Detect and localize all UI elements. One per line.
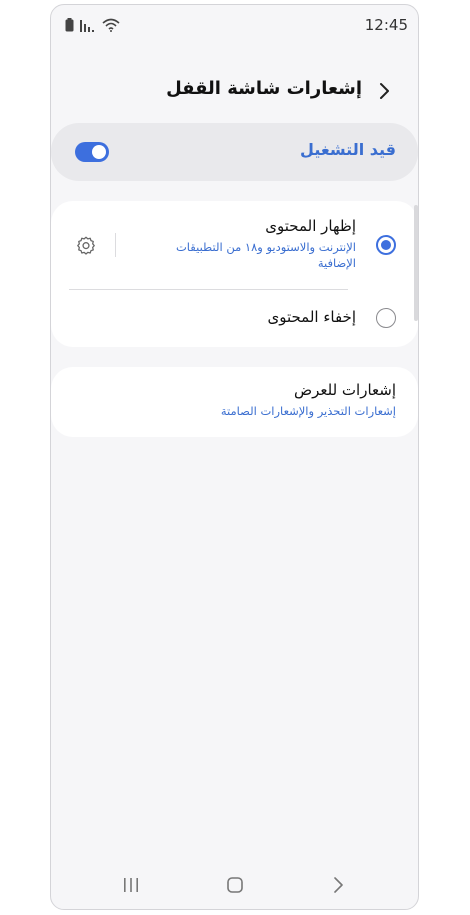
- recents-icon[interactable]: [119, 875, 143, 895]
- back-icon[interactable]: [326, 875, 350, 895]
- content-options-card: إظهار المحتوى الإنترنت والاستوديو و١٨ من…: [51, 201, 418, 347]
- status-bar: 12:45: [51, 5, 418, 47]
- radio-hide-content[interactable]: [376, 308, 396, 328]
- status-time: 12:45: [364, 16, 408, 34]
- gear-icon[interactable]: [75, 235, 97, 257]
- signal-icon: [80, 20, 94, 32]
- chevron-right-icon[interactable]: [370, 77, 398, 105]
- notifications-to-show-subtitle: إشعارات التحذير والإشعارات الصامتة: [220, 404, 396, 418]
- option-show-content-title: إظهار المحتوى: [265, 217, 356, 235]
- scrollbar[interactable]: [414, 205, 418, 321]
- option-hide-content-title: إخفاء المحتوى: [267, 308, 356, 326]
- option-show-content[interactable]: إظهار المحتوى الإنترنت والاستوديو و١٨ من…: [51, 201, 418, 289]
- wifi-icon: [102, 18, 120, 32]
- toggle-knob: [92, 145, 106, 159]
- notifications-to-show-card[interactable]: إشعارات للعرض إشعارات التحذير والإشعارات…: [51, 367, 418, 437]
- master-toggle[interactable]: [75, 142, 109, 162]
- navigation-bar: [51, 861, 418, 909]
- option-hide-content[interactable]: إخفاء المحتوى: [51, 290, 418, 347]
- radio-show-content[interactable]: [376, 235, 396, 255]
- battery-icon: [65, 18, 74, 32]
- header: إشعارات شاشة القفل: [51, 69, 418, 113]
- status-icons: [65, 18, 120, 32]
- master-switch-row[interactable]: قيد التشغيل: [51, 123, 418, 181]
- phone-screen: 12:45 إشعارات شاشة القفل قيد التشغيل إظه…: [50, 4, 419, 910]
- home-icon[interactable]: [223, 875, 247, 895]
- notifications-to-show-title: إشعارات للعرض: [293, 381, 396, 399]
- page-title: إشعارات شاشة القفل: [166, 78, 362, 99]
- option-show-content-subtitle: الإنترنت والاستوديو و١٨ من التطبيقات الإ…: [175, 240, 356, 270]
- master-switch-label: قيد التشغيل: [300, 140, 396, 159]
- vertical-divider: [115, 233, 116, 257]
